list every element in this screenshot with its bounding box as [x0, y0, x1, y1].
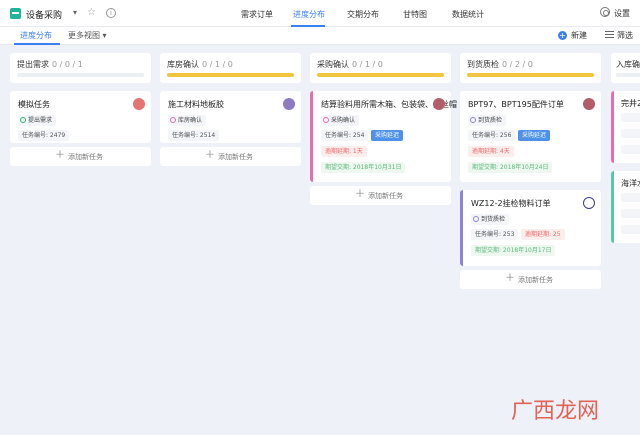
- column-count: 0 / 2 / 0: [502, 60, 533, 69]
- info-icon[interactable]: i: [106, 8, 116, 18]
- plus-icon: ＋: [205, 150, 215, 161]
- task-number: 任务编号: 254: [321, 130, 369, 141]
- status-icon: [323, 117, 329, 123]
- due-date-tag: 期望交期: 2018年10月31日: [321, 162, 406, 173]
- task-card[interactable]: 施工材料地板胶 库房确认 任务编号: 2514: [160, 91, 301, 143]
- more-views-dropdown[interactable]: 更多视图 ▾: [68, 30, 107, 41]
- status-badge[interactable]: 提出需求: [18, 115, 57, 126]
- task-number: 任务编号: 253: [471, 229, 519, 240]
- task-number: 任务编号: 2479: [18, 130, 70, 141]
- status-badge[interactable]: 采购确认: [321, 115, 360, 126]
- column-title: 采购确认: [317, 60, 349, 69]
- status-icon: [470, 117, 476, 123]
- column-progress-bar: [167, 73, 294, 77]
- avatar: [433, 98, 445, 110]
- column-count: 0 / 1 / 0: [202, 60, 233, 69]
- overdue-tag: 逾期延期: 4天: [468, 146, 514, 157]
- column-header: 提出需求 0 / 0 / 1: [10, 53, 151, 83]
- column-progress-bar: [17, 73, 144, 77]
- column-title: 入库确认: [616, 60, 640, 69]
- column-title: 到货质检: [467, 60, 499, 69]
- column-count: 0 / 1 / 0: [352, 60, 383, 69]
- add-task-button[interactable]: ＋添加新任务: [160, 147, 301, 166]
- overdue-tag: 逾期延期: 1天: [321, 146, 367, 157]
- avatar: [133, 98, 145, 110]
- task-number: 任务编号: 256: [468, 130, 516, 141]
- plus-icon: ＋: [355, 189, 365, 200]
- avatar: [583, 197, 595, 209]
- plus-icon: ＋: [505, 273, 515, 284]
- card-title: BPT97、BPT195配件订单: [468, 100, 564, 109]
- status-badge[interactable]: 到货质检: [471, 214, 510, 225]
- tab-demand-orders[interactable]: 需求订单: [241, 9, 273, 20]
- status-badge[interactable]: 到货质检: [468, 115, 507, 126]
- plus-icon[interactable]: +: [558, 31, 567, 40]
- column-progress-bar: [317, 73, 444, 77]
- filter-button[interactable]: 筛选: [617, 30, 633, 41]
- column-header: 到货质检 0 / 2 / 0: [460, 53, 601, 83]
- task-card[interactable]: WZ12-2挂检物料订单 到货质检 任务编号: 253 逾期延期: 25 期望交…: [460, 190, 601, 266]
- top-bar: 设备采购 ▾ ☆ i 需求订单 进度分布 交期分布 甘特图 数据统计 设置: [0, 0, 640, 27]
- avatar: [583, 98, 595, 110]
- filter-icon[interactable]: [605, 31, 614, 40]
- tab-delivery[interactable]: 交期分布: [347, 9, 379, 20]
- view-progress[interactable]: 进度分布: [20, 30, 52, 41]
- column-header: 入库确认: [611, 53, 640, 83]
- due-date-tag: 期望交期: 2018年10月17日: [471, 245, 556, 256]
- column-header: 库房确认 0 / 1 / 0: [160, 53, 301, 83]
- view-tab-indicator: [14, 43, 60, 45]
- plus-icon: ＋: [55, 150, 65, 161]
- tab-statistics[interactable]: 数据统计: [452, 9, 484, 20]
- new-button[interactable]: 新建: [571, 30, 587, 41]
- column-warehouse-confirm: 库房确认 0 / 1 / 0 施工材料地板胶 库房确认 任务编号: 2514 ＋添…: [160, 53, 301, 166]
- status-badge[interactable]: 库房确认: [168, 115, 207, 126]
- chevron-down-icon[interactable]: ▾: [73, 8, 77, 17]
- delay-tag[interactable]: 采购延迟: [518, 130, 551, 141]
- task-card[interactable]: BPT97、BPT195配件订单 到货质检 任务编号: 256 采购延迟 逾期延…: [460, 91, 601, 182]
- more-views-label: 更多视图: [68, 31, 100, 40]
- task-card[interactable]: 模拟任务 提出需求 任务编号: 2479: [10, 91, 151, 143]
- card-title: 施工材料地板胶: [168, 100, 224, 109]
- column-progress-bar: [616, 73, 640, 77]
- add-task-button[interactable]: ＋添加新任务: [460, 270, 601, 289]
- column-submit-request: 提出需求 0 / 0 / 1 模拟任务 提出需求 任务编号: 2479 ＋添加新任…: [10, 53, 151, 166]
- column-stock-in-confirm: 入库确认 完井2 海洋水: [611, 53, 640, 433]
- card-title: 模拟任务: [18, 100, 50, 109]
- column-title: 提出需求: [17, 60, 49, 69]
- settings-button[interactable]: 设置: [614, 8, 630, 19]
- star-icon[interactable]: ☆: [87, 7, 96, 18]
- view-bar: 进度分布 更多视图 ▾ + 新建 筛选: [0, 27, 640, 45]
- status-icon: [20, 117, 26, 123]
- add-task-button[interactable]: ＋添加新任务: [10, 147, 151, 166]
- task-card[interactable]: 海洋水: [611, 171, 640, 243]
- task-card[interactable]: 结算验料用所需木箱、包装袋、护丝帽 采购确认 任务编号: 254 采购延迟 逾期…: [310, 91, 457, 182]
- status-icon: [170, 117, 176, 123]
- task-number: 任务编号: 2514: [168, 130, 220, 141]
- task-card[interactable]: 完井2: [611, 91, 640, 163]
- tab-progress[interactable]: 进度分布: [293, 9, 325, 20]
- watermark: 广西龙网: [511, 399, 600, 424]
- add-task-button[interactable]: ＋添加新任务: [310, 186, 451, 205]
- column-progress-bar: [467, 73, 594, 77]
- delay-tag[interactable]: 采购延迟: [371, 130, 404, 141]
- column-header: 采购确认 0 / 1 / 0: [310, 53, 451, 83]
- column-title: 库房确认: [167, 60, 199, 69]
- avatar: [283, 98, 295, 110]
- card-title: WZ12-2挂检物料订单: [471, 199, 551, 208]
- tab-gantt[interactable]: 甘特图: [403, 9, 427, 20]
- column-arrival-inspection: 到货质检 0 / 2 / 0 BPT97、BPT195配件订单 到货质检 任务编号…: [460, 53, 601, 289]
- status-icon: [473, 216, 479, 222]
- gear-icon[interactable]: [600, 7, 610, 17]
- due-date-tag: 期望交期: 2018年10月24日: [468, 162, 553, 173]
- column-purchase-confirm: 采购确认 0 / 1 / 0 结算验料用所需木箱、包装袋、护丝帽 采购确认 任务编…: [310, 53, 457, 205]
- overdue-tag: 逾期延期: 25: [521, 229, 565, 240]
- column-count: 0 / 0 / 1: [52, 60, 83, 69]
- app-logo-icon: [10, 8, 21, 19]
- card-title: 海洋水: [621, 179, 640, 188]
- app-title[interactable]: 设备采购: [26, 8, 62, 21]
- card-title: 完井2: [621, 99, 640, 108]
